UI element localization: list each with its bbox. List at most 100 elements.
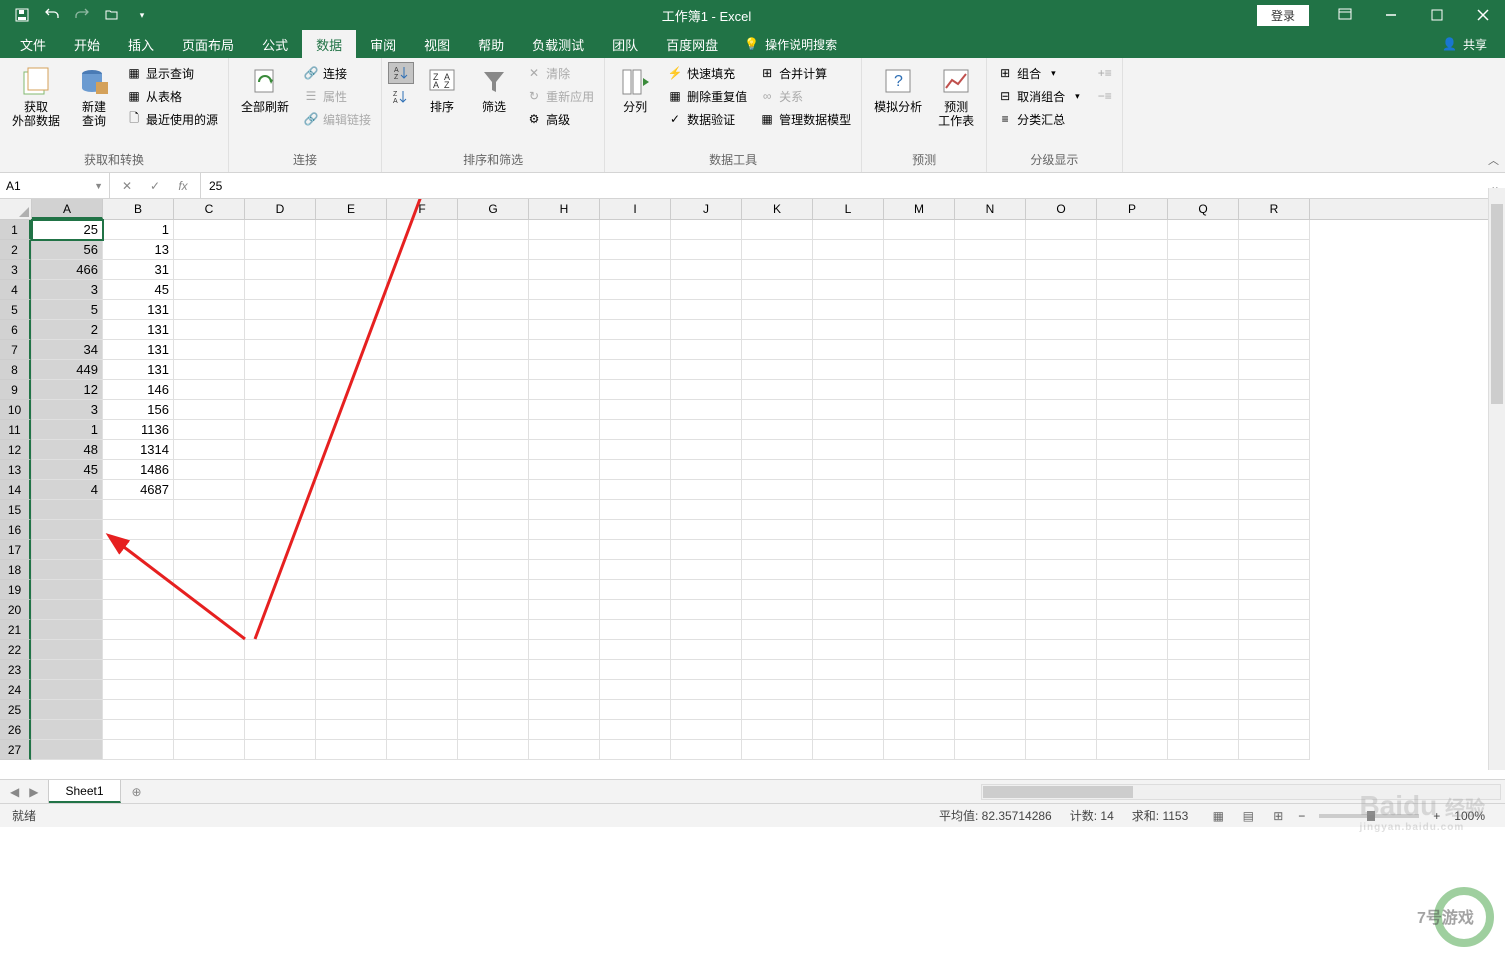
cell-G8[interactable] xyxy=(458,360,529,380)
cell-G1[interactable] xyxy=(458,220,529,240)
cell-B11[interactable]: 1136 xyxy=(103,420,174,440)
cell-J6[interactable] xyxy=(671,320,742,340)
cell-L10[interactable] xyxy=(813,400,884,420)
cell-C21[interactable] xyxy=(174,620,245,640)
cell-L4[interactable] xyxy=(813,280,884,300)
cell-J10[interactable] xyxy=(671,400,742,420)
column-header-L[interactable]: L xyxy=(813,199,884,219)
cell-R1[interactable] xyxy=(1239,220,1310,240)
cell-K9[interactable] xyxy=(742,380,813,400)
cell-N18[interactable] xyxy=(955,560,1026,580)
cell-D17[interactable] xyxy=(245,540,316,560)
cell-O4[interactable] xyxy=(1026,280,1097,300)
cell-M10[interactable] xyxy=(884,400,955,420)
cell-R27[interactable] xyxy=(1239,740,1310,760)
cell-L12[interactable] xyxy=(813,440,884,460)
redo-icon[interactable] xyxy=(68,1,96,29)
cell-P1[interactable] xyxy=(1097,220,1168,240)
cell-D8[interactable] xyxy=(245,360,316,380)
cell-H3[interactable] xyxy=(529,260,600,280)
cell-E17[interactable] xyxy=(316,540,387,560)
cell-H22[interactable] xyxy=(529,640,600,660)
cell-K4[interactable] xyxy=(742,280,813,300)
cell-D16[interactable] xyxy=(245,520,316,540)
cell-O20[interactable] xyxy=(1026,600,1097,620)
cell-A22[interactable] xyxy=(32,640,103,660)
cell-E18[interactable] xyxy=(316,560,387,580)
cell-D1[interactable] xyxy=(245,220,316,240)
cell-J18[interactable] xyxy=(671,560,742,580)
cell-N11[interactable] xyxy=(955,420,1026,440)
cell-J24[interactable] xyxy=(671,680,742,700)
new-sheet-button[interactable]: ⊕ xyxy=(121,780,153,803)
cell-L5[interactable] xyxy=(813,300,884,320)
cell-B17[interactable] xyxy=(103,540,174,560)
cell-F10[interactable] xyxy=(387,400,458,420)
cell-P2[interactable] xyxy=(1097,240,1168,260)
cell-H13[interactable] xyxy=(529,460,600,480)
cell-L16[interactable] xyxy=(813,520,884,540)
cell-G22[interactable] xyxy=(458,640,529,660)
cell-G6[interactable] xyxy=(458,320,529,340)
cell-A25[interactable] xyxy=(32,700,103,720)
cell-P27[interactable] xyxy=(1097,740,1168,760)
cell-C19[interactable] xyxy=(174,580,245,600)
cell-M7[interactable] xyxy=(884,340,955,360)
cell-K8[interactable] xyxy=(742,360,813,380)
cell-P20[interactable] xyxy=(1097,600,1168,620)
cell-M1[interactable] xyxy=(884,220,955,240)
cell-E7[interactable] xyxy=(316,340,387,360)
cell-F17[interactable] xyxy=(387,540,458,560)
cell-O2[interactable] xyxy=(1026,240,1097,260)
row-header-1[interactable]: 1 xyxy=(0,220,31,240)
cell-I24[interactable] xyxy=(600,680,671,700)
cell-N4[interactable] xyxy=(955,280,1026,300)
remove-duplicates-button[interactable]: ▦删除重复值 xyxy=(663,85,751,107)
cell-C2[interactable] xyxy=(174,240,245,260)
cell-R21[interactable] xyxy=(1239,620,1310,640)
sort-button[interactable]: ZAAZ 排序 xyxy=(418,62,466,118)
cell-J9[interactable] xyxy=(671,380,742,400)
cell-L13[interactable] xyxy=(813,460,884,480)
cell-J3[interactable] xyxy=(671,260,742,280)
row-header-9[interactable]: 9 xyxy=(0,380,31,400)
cell-B24[interactable] xyxy=(103,680,174,700)
cell-N16[interactable] xyxy=(955,520,1026,540)
cell-I4[interactable] xyxy=(600,280,671,300)
cell-P4[interactable] xyxy=(1097,280,1168,300)
cell-H11[interactable] xyxy=(529,420,600,440)
column-header-F[interactable]: F xyxy=(387,199,458,219)
cell-R22[interactable] xyxy=(1239,640,1310,660)
cell-N24[interactable] xyxy=(955,680,1026,700)
cell-J14[interactable] xyxy=(671,480,742,500)
zoom-in-icon[interactable]: + xyxy=(1429,809,1444,823)
cell-R13[interactable] xyxy=(1239,460,1310,480)
cell-K13[interactable] xyxy=(742,460,813,480)
row-header-7[interactable]: 7 xyxy=(0,340,31,360)
row-header-8[interactable]: 8 xyxy=(0,360,31,380)
cell-A15[interactable] xyxy=(32,500,103,520)
cell-J26[interactable] xyxy=(671,720,742,740)
cell-F8[interactable] xyxy=(387,360,458,380)
cell-B10[interactable]: 156 xyxy=(103,400,174,420)
cell-I14[interactable] xyxy=(600,480,671,500)
cell-F13[interactable] xyxy=(387,460,458,480)
zoom-level[interactable]: 100% xyxy=(1446,809,1493,823)
cell-R5[interactable] xyxy=(1239,300,1310,320)
cell-K11[interactable] xyxy=(742,420,813,440)
cell-N3[interactable] xyxy=(955,260,1026,280)
cell-A6[interactable]: 2 xyxy=(32,320,103,340)
cell-J12[interactable] xyxy=(671,440,742,460)
cell-F25[interactable] xyxy=(387,700,458,720)
cell-C17[interactable] xyxy=(174,540,245,560)
cell-O22[interactable] xyxy=(1026,640,1097,660)
normal-view-icon[interactable]: ▦ xyxy=(1204,806,1232,826)
cell-G16[interactable] xyxy=(458,520,529,540)
cell-C10[interactable] xyxy=(174,400,245,420)
cell-G20[interactable] xyxy=(458,600,529,620)
cell-G3[interactable] xyxy=(458,260,529,280)
row-header-22[interactable]: 22 xyxy=(0,640,31,660)
cell-P13[interactable] xyxy=(1097,460,1168,480)
cell-C1[interactable] xyxy=(174,220,245,240)
cell-C7[interactable] xyxy=(174,340,245,360)
